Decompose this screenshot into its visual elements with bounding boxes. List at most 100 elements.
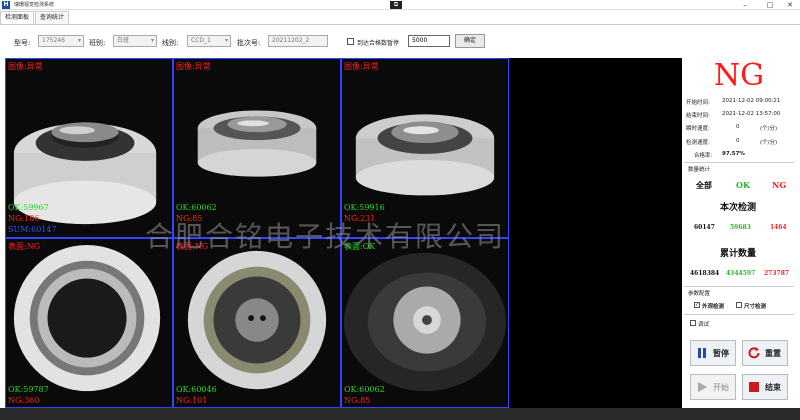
- pause-button[interactable]: 暂停: [690, 340, 736, 366]
- batch-value: 20211202_2: [272, 37, 310, 44]
- start-label: 开始: [713, 382, 729, 392]
- reset-button[interactable]: 重置: [742, 340, 788, 366]
- camera-view-5[interactable]: 表面:NG OK:60046 NG:101: [173, 238, 341, 408]
- line-select[interactable]: CCD_1 ▾: [187, 35, 231, 47]
- end-button[interactable]: 结束: [742, 374, 788, 400]
- cap-top-image: [342, 239, 508, 407]
- chevron-down-icon: ▾: [150, 37, 154, 44]
- camera-6-ng: NG:85: [344, 396, 371, 405]
- end-time-label: 结束时间:: [686, 113, 710, 119]
- camera-1-ng: NG:186: [8, 214, 40, 223]
- debug-checkbox[interactable]: [690, 320, 696, 326]
- pause-label: 暂停: [713, 347, 729, 358]
- camera-1-status: 图像:异常: [8, 62, 43, 71]
- instant-speed-label: 瞬时速度:: [686, 126, 710, 132]
- camera-3-ok: OK:59916: [344, 203, 385, 212]
- current-ng-value: 1464: [770, 224, 787, 231]
- minimize-button[interactable]: –: [735, 0, 755, 10]
- model-select[interactable]: 175246 ▾: [38, 35, 84, 47]
- current-all-value: 60147: [694, 224, 715, 231]
- detect-speed-label: 检测速度:: [686, 140, 710, 146]
- camera-view-6[interactable]: 表面:OK OK:60062 NG:85: [341, 238, 509, 408]
- title-bar: H 瑞珊视觉检测系统 ⧉ – □ ✕: [0, 0, 800, 10]
- toolbar: 型号: 175246 ▾ 班别: 白班 ▾ 线别: CCD_1 ▾ 批次号: 2021…: [0, 24, 800, 56]
- stop-label: 到达合格数暂停: [357, 40, 400, 47]
- tab-detection-panel[interactable]: 检测面板: [0, 11, 35, 24]
- camera-2-ok: OK:60062: [176, 203, 217, 212]
- tab-query-statistics[interactable]: 查询统计: [35, 11, 70, 24]
- total-all-value: 4618384: [690, 270, 720, 277]
- stop-checkbox[interactable]: [347, 38, 354, 45]
- count-col-ok: OK: [736, 180, 750, 190]
- camera-view-3[interactable]: 图像:异常 OK:59916 NG:231: [341, 58, 509, 238]
- stop-count-input[interactable]: 5000: [408, 35, 450, 47]
- reset-icon: [747, 346, 761, 360]
- total-count-title: 累计数量: [720, 249, 757, 259]
- end-time-value: 2021-12-02 13:57:00: [722, 111, 781, 117]
- size-label: 尺寸检测: [744, 304, 767, 310]
- pause-icon: [695, 346, 709, 360]
- param-section-title: 参数配置: [688, 291, 711, 297]
- start-button[interactable]: 开始: [690, 374, 736, 400]
- chevron-down-icon: ▾: [224, 37, 228, 44]
- start-time-label: 开始时间:: [686, 100, 710, 106]
- tab-bar: 检测面板 查询统计: [0, 11, 70, 24]
- camera-3-status: 图像:异常: [344, 62, 379, 71]
- total-ok-value: 4344597: [726, 270, 756, 277]
- shift-label: 班别:: [89, 39, 106, 47]
- size-checkbox[interactable]: [736, 302, 742, 308]
- batch-label: 批次号:: [237, 39, 261, 47]
- divider: [684, 162, 794, 163]
- instant-speed-value: 0: [736, 124, 740, 130]
- model-label: 型号:: [14, 39, 31, 47]
- camera-view-4[interactable]: 表面:NG OK:59787 NG:360: [5, 238, 173, 408]
- shift-value: 白班: [117, 37, 130, 44]
- camera-4-ok: OK:59787: [8, 385, 49, 394]
- play-icon: [695, 380, 709, 394]
- appearance-checkbox[interactable]: ✓: [694, 302, 700, 308]
- camera-4-ng: NG:360: [8, 396, 40, 405]
- start-time-value: 2021-12-02 09:00:21: [722, 98, 781, 104]
- detect-speed-unit: (个/分): [760, 140, 778, 146]
- cap-top-image: [6, 239, 172, 407]
- debug-label: 调试: [698, 322, 710, 328]
- detect-speed-value: 0: [736, 138, 740, 144]
- camera-1-ok: OK:59967: [8, 203, 49, 212]
- camera-2-status: 图像:异常: [176, 62, 211, 71]
- camera-4-status: 表面:NG: [8, 242, 41, 251]
- camera-view-2[interactable]: 图像:异常 OK:60062 NG:85: [173, 58, 341, 238]
- camera-5-ng: NG:101: [176, 396, 208, 405]
- window-title: 瑞珊视觉检测系统: [14, 2, 55, 8]
- batch-input[interactable]: 20211202_2: [268, 35, 328, 47]
- confirm-button[interactable]: 确定: [455, 34, 485, 48]
- camera-1-sum: SUM:60147: [8, 225, 57, 234]
- model-value: 175246: [42, 37, 65, 44]
- company-watermark: 合肥合铭电子技术有限公司: [145, 220, 506, 253]
- camera-view-1[interactable]: 图像:异常 OK:59967 NG:186 SUM:60147: [5, 58, 173, 238]
- shift-select[interactable]: 白班 ▾: [113, 35, 157, 47]
- pass-rate-label: 合格率:: [694, 153, 713, 159]
- count-col-ng: NG: [772, 180, 787, 190]
- current-detection-title: 本次检测: [720, 203, 757, 213]
- taskbar: [0, 408, 800, 420]
- current-ok-value: 59683: [730, 224, 751, 231]
- reset-label: 重置: [765, 347, 781, 358]
- status-panel: NG 开始时间: 2021-12-02 09:00:21 结束时间: 2021-…: [684, 58, 800, 408]
- close-button[interactable]: ✕: [780, 0, 800, 10]
- cap-top-image: [174, 239, 340, 407]
- chevron-down-icon: ▾: [77, 37, 81, 44]
- end-label: 结束: [765, 381, 781, 392]
- line-value: CCD_1: [191, 37, 211, 44]
- maximize-button[interactable]: □: [760, 0, 780, 10]
- count-section-title: 数量统计: [688, 167, 711, 173]
- result-indicator: NG: [713, 58, 765, 93]
- instant-speed-unit: (个/分): [760, 126, 778, 132]
- camera-6-ok: OK:60062: [344, 385, 385, 394]
- restore-icon[interactable]: ⧉: [390, 1, 402, 9]
- stop-icon: [747, 380, 761, 394]
- app-icon: H: [2, 0, 10, 9]
- divider: [684, 314, 794, 315]
- line-label: 线别:: [162, 39, 179, 47]
- pass-rate-value: 97.57%: [722, 151, 745, 157]
- total-ng-value: 273787: [764, 270, 790, 277]
